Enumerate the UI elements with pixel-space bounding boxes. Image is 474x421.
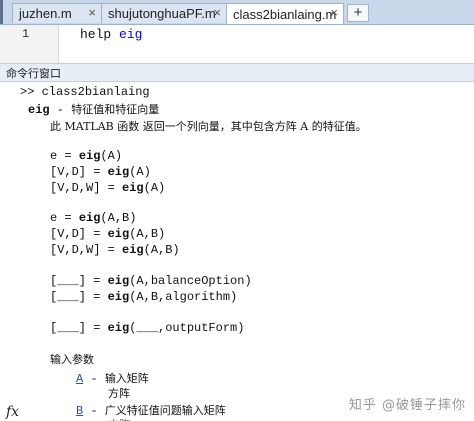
help-title: eig - 特征值和特征向量 (28, 101, 159, 117)
editor-tab-strip: juzhen.m × shujutonghuaPF.m × class2bian… (0, 0, 474, 25)
line-number-gutter: 1 (0, 25, 59, 63)
prompt: >> (20, 85, 35, 99)
syntax-fn: eig (107, 227, 130, 241)
params-heading: 输入参数 (50, 353, 94, 366)
add-tab-button[interactable]: + (347, 4, 369, 22)
syntax-post: (A,B,algorithm) (129, 290, 238, 304)
param-sep: - (83, 372, 105, 386)
syntax-line: [V,D] = eig(A) (50, 165, 151, 179)
syntax-post: (___,outputForm) (129, 321, 245, 335)
close-icon[interactable]: × (330, 5, 338, 20)
syntax-pre: e = (50, 211, 79, 225)
syntax-pre: [V,D] = (50, 227, 108, 241)
syntax-post: (A) (129, 165, 151, 179)
line-number: 1 (22, 27, 30, 41)
code-keyword: eig (119, 27, 143, 42)
command-window[interactable]: >> class2bianlaing eig - 特征值和特征向量 此 MATL… (0, 83, 474, 421)
param-type: 方阵 (108, 416, 130, 421)
tab-strip-edge (0, 0, 3, 24)
syntax-post: (A,B) (143, 243, 180, 257)
syntax-line: e = eig(A) (50, 149, 122, 163)
syntax-fn: eig (78, 149, 101, 163)
syntax-line: [V,D] = eig(A,B) (50, 227, 165, 241)
syntax-line: [V,D,W] = eig(A,B) (50, 243, 180, 257)
syntax-post: (A,balanceOption) (129, 274, 252, 288)
syntax-pre: [___] = (50, 274, 108, 288)
close-icon[interactable]: × (88, 5, 96, 20)
syntax-fn: eig (107, 165, 130, 179)
syntax-line: [V,D,W] = eig(A) (50, 181, 165, 195)
syntax-fn: eig (122, 243, 144, 257)
tab-label: juzhen.m (19, 6, 72, 21)
help-function-name: eig (28, 103, 50, 117)
help-dash: - (49, 103, 72, 117)
syntax-fn: eig (78, 211, 101, 225)
command-text: class2bianlaing (41, 85, 150, 99)
command-line: >> class2bianlaing (20, 85, 150, 99)
syntax-line: [___] = eig(___,outputForm) (50, 321, 244, 335)
param-type: 方阵 (108, 387, 130, 400)
tab-shujutonghuaPF[interactable]: shujutonghuaPF.m × (101, 3, 227, 23)
syntax-line: [___] = eig(A,balanceOption) (50, 274, 252, 288)
param-desc: 输入矩阵 (104, 372, 149, 385)
editor-pane[interactable]: 1 help eig (0, 25, 474, 63)
syntax-pre: [___] = (50, 321, 108, 335)
tab-label: class2bianlaing.m (233, 6, 337, 22)
syntax-post: (A) (143, 181, 166, 195)
syntax-pre: [V,D,W] = (50, 243, 123, 257)
syntax-line: e = eig(A,B) (50, 211, 136, 225)
watermark: 知乎 @破锤子摔你 (348, 398, 466, 413)
syntax-pre: [V,D,W] = (50, 181, 123, 195)
tab-label: shujutonghuaPF.m (108, 6, 216, 21)
code-text: help (80, 27, 120, 42)
close-icon[interactable]: × (213, 5, 221, 20)
help-summary: 特征值和特征向量 (71, 103, 160, 116)
tab-juzhen[interactable]: juzhen.m × (12, 3, 102, 23)
param-row: A - 输入矩阵 (76, 370, 149, 386)
tab-class2bianlaing[interactable]: class2bianlaing.m × (226, 3, 344, 24)
syntax-fn: eig (107, 290, 130, 304)
syntax-pre: [V,D] = (50, 165, 108, 179)
syntax-pre: e = (50, 149, 79, 163)
help-description: 此 MATLAB 函数 返回一个列向量，其中包含方阵 A 的特征值。 (50, 120, 367, 133)
function-browser-icon[interactable]: fx (6, 404, 19, 420)
syntax-fn: eig (122, 181, 144, 195)
syntax-fn: eig (107, 274, 130, 288)
param-row: B - 广义特征值问题输入矩阵 (76, 402, 226, 418)
param-sep: - (83, 404, 105, 418)
syntax-pre: [___] = (50, 290, 108, 304)
syntax-line: [___] = eig(A,B,algorithm) (50, 290, 237, 304)
syntax-post: (A,B) (129, 227, 166, 241)
syntax-post: (A,B) (100, 211, 137, 225)
syntax-fn: eig (107, 321, 130, 335)
command-window-title: 命令行窗口 (0, 66, 474, 82)
code-line[interactable]: help eig (80, 27, 142, 42)
syntax-post: (A) (100, 149, 123, 163)
